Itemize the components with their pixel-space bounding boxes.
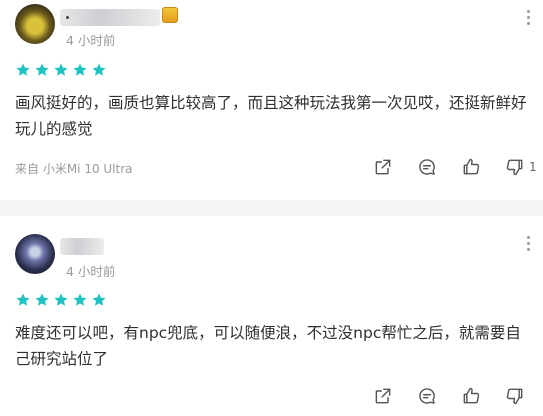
thumbs-up-icon[interactable]	[460, 156, 482, 178]
more-vertical-icon[interactable]	[525, 10, 531, 28]
post-time: 4 小时前	[66, 33, 116, 48]
star-icon	[53, 62, 69, 78]
username-blurred[interactable]	[60, 9, 160, 26]
username-blurred[interactable]	[60, 238, 104, 255]
avatar[interactable]	[15, 4, 55, 44]
star-icon	[91, 292, 107, 308]
user-badge-icon	[162, 7, 178, 23]
username-dot	[66, 16, 69, 19]
star-icon	[34, 62, 50, 78]
thumbs-down-icon[interactable]	[504, 156, 526, 178]
star-icon	[72, 292, 88, 308]
avatar[interactable]	[15, 234, 55, 274]
device-info: 来自 小米Mi 10 Ultra	[15, 162, 133, 176]
section-divider	[0, 200, 543, 216]
comment-icon[interactable]	[416, 156, 438, 178]
thumbs-up-icon[interactable]	[460, 385, 482, 407]
review-feed: 4 小时前 画风挺好的，画质也算比较高了，而且这种玩法我第一次见哎，还挺新鲜好玩…	[0, 0, 543, 416]
review-actions: 1	[372, 156, 537, 178]
share-icon[interactable]	[372, 385, 394, 407]
star-rating	[15, 62, 107, 78]
star-rating	[15, 292, 107, 308]
post-time: 4 小时前	[66, 264, 116, 279]
share-icon[interactable]	[372, 156, 394, 178]
comment-icon[interactable]	[416, 385, 438, 407]
star-icon	[91, 62, 107, 78]
thumbs-down-icon[interactable]	[504, 385, 526, 407]
review-card: 4 小时前 画风挺好的，画质也算比较高了，而且这种玩法我第一次见哎，还挺新鲜好玩…	[0, 0, 543, 200]
review-text[interactable]: 难度还可以吧，有npc兜底，可以随便浪，不过没npc帮忙之后，就需要自己研究站位…	[15, 320, 535, 372]
star-icon	[34, 292, 50, 308]
star-icon	[72, 62, 88, 78]
review-actions	[372, 385, 529, 407]
more-vertical-icon[interactable]	[525, 236, 531, 254]
star-icon	[15, 292, 31, 308]
star-icon	[15, 62, 31, 78]
dislike-count: 1	[529, 160, 537, 174]
review-text[interactable]: 画风挺好的，画质也算比较高了，而且这种玩法我第一次见哎，还挺新鲜好玩儿的感觉	[15, 90, 535, 142]
star-icon	[53, 292, 69, 308]
